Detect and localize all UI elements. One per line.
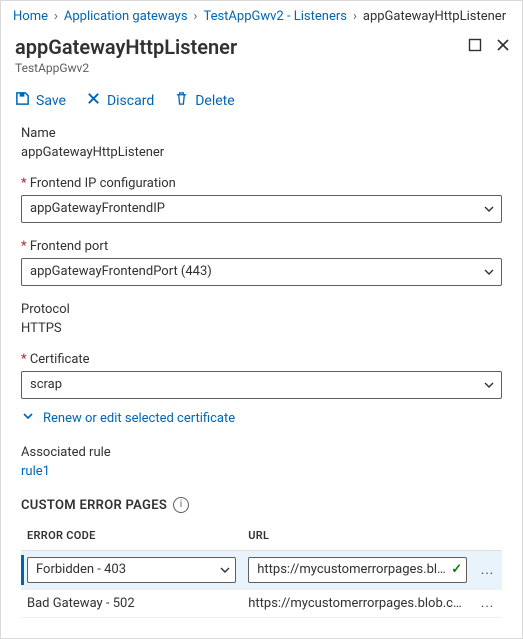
col-error-code: ERROR CODE [21, 523, 242, 551]
save-button[interactable]: Save [15, 91, 66, 110]
frontend-port-value: appGatewayFrontendPort (443) [30, 264, 212, 279]
breadcrumb-home[interactable]: Home [13, 9, 48, 24]
check-icon: ✓ [451, 558, 462, 582]
associated-rule-label: Associated rule [21, 445, 502, 460]
breadcrumb: Home › Application gateways › TestAppGwv… [1, 1, 522, 28]
trash-icon [174, 91, 189, 110]
breadcrumb-app-gateways[interactable]: Application gateways [64, 9, 188, 24]
row-actions-button[interactable]: ... [473, 551, 502, 590]
protocol-label: Protocol [21, 302, 502, 317]
chevron-right-icon: › [194, 9, 198, 24]
save-label: Save [36, 93, 66, 109]
error-code-value: Bad Gateway - 502 [27, 596, 135, 611]
frontend-ip-label: Frontend IP configuration [21, 176, 502, 191]
page-title: appGatewayHttpListener [15, 34, 468, 60]
frontend-ip-select[interactable]: appGatewayFrontendIP [21, 195, 502, 223]
table-row[interactable]: Bad Gateway - 502 https://mycustomerrorp… [21, 590, 502, 618]
delete-button[interactable]: Delete [174, 91, 234, 110]
error-url-value: https://mycustomerrorpages.blob.core.win… [248, 596, 467, 611]
chevron-down-icon [483, 379, 495, 391]
frontend-ip-value: appGatewayFrontendIP [30, 201, 165, 216]
error-url-value: https://mycustomerrorpages.blob.core.w [257, 562, 467, 577]
name-label: Name [21, 126, 502, 141]
table-row[interactable]: Forbidden - 403 https://mycustomerrorpag… [21, 551, 502, 590]
breadcrumb-listeners[interactable]: TestAppGwv2 - Listeners [203, 9, 347, 24]
discard-button[interactable]: Discard [86, 91, 154, 110]
delete-label: Delete [195, 93, 234, 109]
custom-error-table: ERROR CODE URL Forbidden - 403 htt [21, 523, 502, 618]
renew-certificate-link[interactable]: Renew or edit selected certificate [21, 409, 502, 427]
error-url-input[interactable]: https://mycustomerrorpages.blob.core.w ✓ [248, 557, 467, 583]
discard-icon [86, 91, 101, 110]
name-value: appGatewayHttpListener [21, 145, 502, 160]
col-url: URL [242, 523, 473, 551]
close-icon[interactable] [496, 38, 510, 52]
chevron-down-icon [219, 564, 231, 576]
page-subtitle: TestAppGwv2 [15, 61, 468, 75]
renew-certificate-label: Renew or edit selected certificate [43, 411, 235, 426]
chevron-right-icon: › [54, 9, 58, 24]
certificate-value: scrap [30, 377, 62, 392]
chevron-down-icon [483, 266, 495, 278]
frontend-port-select[interactable]: appGatewayFrontendPort (443) [21, 258, 502, 286]
breadcrumb-current: appGatewayHttpListener [363, 9, 506, 24]
chevron-down-icon [483, 203, 495, 215]
protocol-value: HTTPS [21, 321, 502, 336]
toolbar: Save Discard Delete [1, 79, 522, 122]
certificate-label: Certificate [21, 352, 502, 367]
associated-rule-link[interactable]: rule1 [21, 464, 50, 479]
custom-error-section-title: CUSTOM ERROR PAGES [21, 498, 167, 513]
chevron-right-icon: › [353, 9, 357, 24]
info-icon[interactable]: i [173, 497, 189, 513]
save-icon [15, 91, 30, 110]
error-code-select[interactable]: Forbidden - 403 [27, 557, 236, 583]
certificate-select[interactable]: scrap [21, 371, 502, 399]
frontend-port-label: Frontend port [21, 239, 502, 254]
discard-label: Discard [107, 93, 154, 109]
maximize-icon[interactable] [468, 38, 482, 52]
row-actions-button[interactable]: ... [473, 590, 502, 618]
chevron-down-icon [21, 409, 35, 427]
error-code-value: Forbidden - 403 [36, 562, 126, 577]
